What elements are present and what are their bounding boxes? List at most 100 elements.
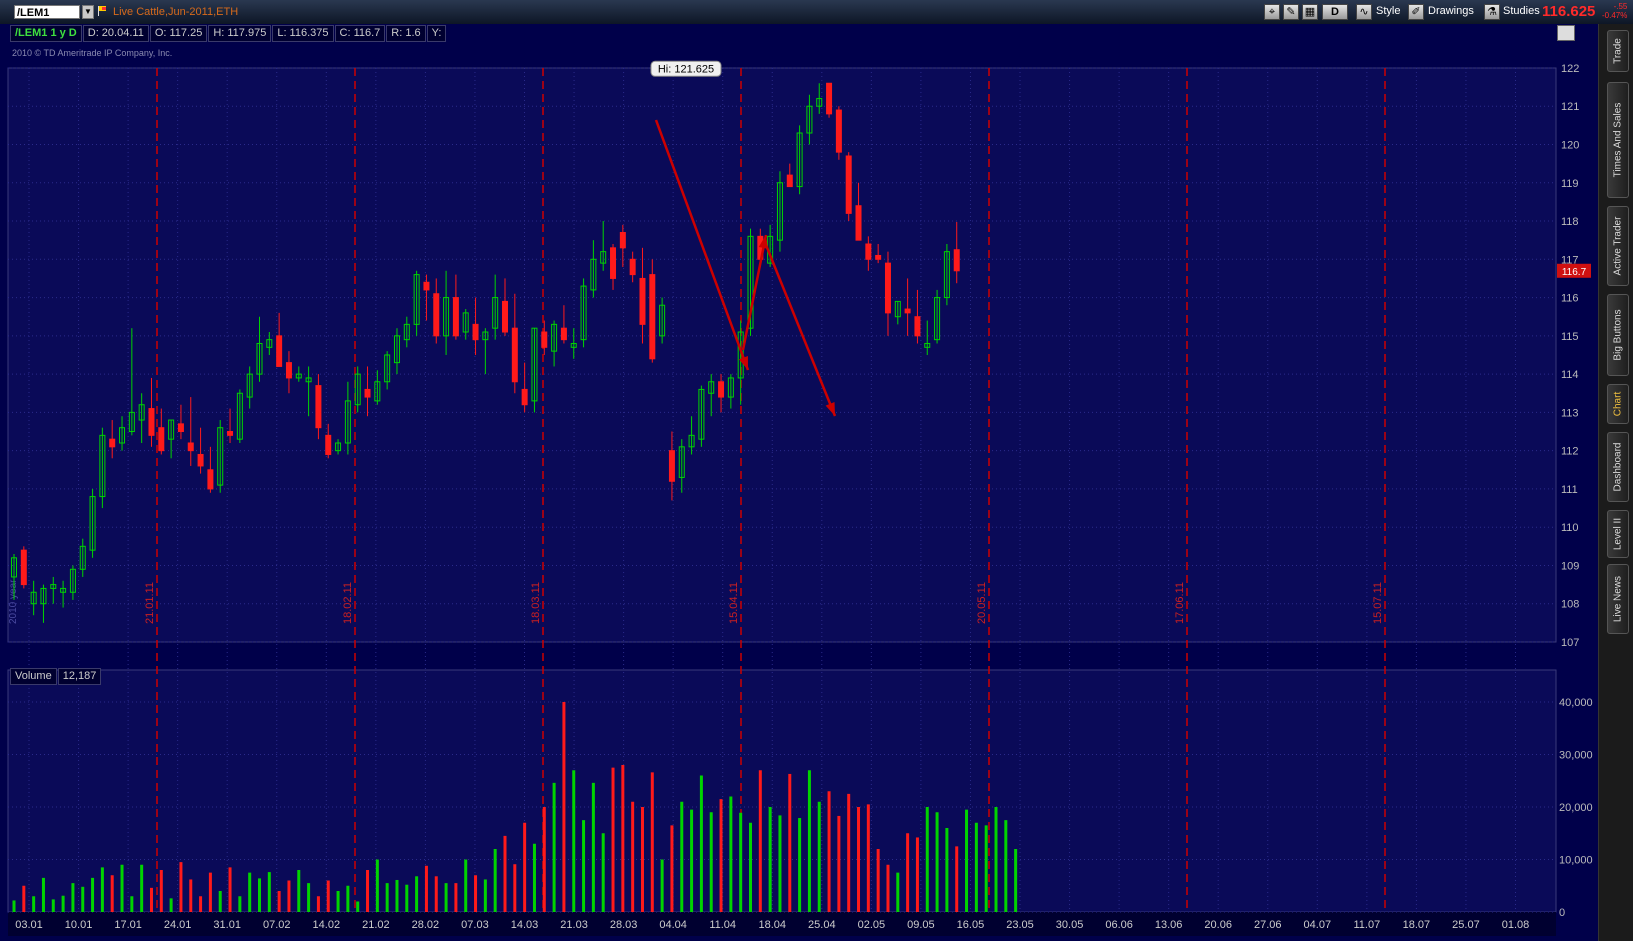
volume-bar bbox=[434, 876, 438, 912]
volume-tick-label: 20,000 bbox=[1559, 802, 1593, 814]
sidebar-tab-level-ii[interactable]: Level II bbox=[1607, 510, 1629, 558]
volume-bar bbox=[974, 822, 978, 912]
volume-bar bbox=[582, 820, 586, 912]
volume-bar bbox=[611, 767, 615, 912]
volume-tick-label: 30,000 bbox=[1559, 750, 1593, 762]
candle-body bbox=[786, 174, 793, 188]
volume-bar bbox=[994, 807, 998, 912]
price-tick-label: 110 bbox=[1561, 522, 1579, 534]
volume-bar bbox=[670, 825, 674, 912]
volume-bar bbox=[51, 899, 55, 912]
sidebar-tab-big-buttons[interactable]: Big Buttons bbox=[1607, 294, 1629, 376]
volume-info-bar: Volume 12,187 bbox=[10, 668, 102, 685]
time-tick-label: 21.02 bbox=[362, 919, 390, 931]
volume-bar bbox=[218, 891, 222, 912]
time-tick-label: 27.06 bbox=[1254, 919, 1282, 931]
info-high: H: 117.975 bbox=[208, 25, 272, 42]
volume-bar bbox=[61, 895, 65, 912]
price-tick-label: 122 bbox=[1561, 63, 1579, 75]
candle-body bbox=[855, 205, 862, 241]
candle-body bbox=[315, 385, 322, 429]
sidebar-tab-chart[interactable]: Chart bbox=[1607, 384, 1629, 424]
volume-tick-label: 0 bbox=[1559, 907, 1565, 919]
volume-bar bbox=[650, 772, 654, 912]
volume-bar bbox=[621, 765, 625, 912]
time-tick-label: 11.04 bbox=[709, 919, 736, 931]
candle-body bbox=[619, 232, 626, 249]
volume-bar bbox=[788, 773, 792, 912]
candle-body bbox=[187, 442, 194, 452]
price-tick-label: 121 bbox=[1561, 101, 1579, 113]
candle-body bbox=[502, 300, 508, 333]
volume-bar bbox=[346, 885, 350, 912]
info-low: L: 116.375 bbox=[272, 25, 334, 42]
time-tick-label: 31.01 bbox=[213, 919, 241, 931]
candle-body bbox=[472, 323, 479, 341]
copyright-text: 2010 © TD Ameritrade IP Company, Inc. bbox=[12, 48, 173, 58]
time-tick-label: 03.01 bbox=[15, 919, 43, 931]
info-symbol-period[interactable]: /LEM1 1 y D bbox=[10, 25, 82, 42]
volume-bar bbox=[248, 872, 252, 912]
volume-bar bbox=[32, 896, 36, 912]
candle-body bbox=[177, 423, 184, 433]
expiration-marker-label: 18.03.11 bbox=[530, 582, 542, 624]
candle-body bbox=[718, 381, 725, 398]
candle-body bbox=[423, 281, 430, 291]
candle-body bbox=[649, 274, 656, 360]
candle-body bbox=[433, 293, 440, 337]
volume-bar bbox=[81, 886, 85, 912]
volume-bar bbox=[945, 828, 949, 912]
volume-value: 12,187 bbox=[57, 668, 102, 685]
volume-bar bbox=[798, 818, 802, 912]
volume-label: Volume bbox=[10, 668, 57, 685]
candle-body bbox=[521, 388, 528, 406]
volume-bar bbox=[22, 885, 26, 912]
volume-bar bbox=[208, 872, 212, 912]
volume-bar bbox=[336, 891, 340, 912]
expiration-marker-label: 15.07.11 bbox=[1372, 582, 1384, 624]
price-tick-label: 109 bbox=[1561, 560, 1579, 572]
sidebar-tab-times-and-sales[interactable]: Times And Sales bbox=[1607, 82, 1629, 198]
sidebar-tab-trade[interactable]: Trade bbox=[1607, 30, 1629, 72]
volume-bar bbox=[41, 877, 45, 912]
volume-panel bbox=[7, 669, 1557, 913]
expiration-marker-label: 20.05.11 bbox=[976, 582, 988, 624]
volume-bar bbox=[277, 891, 281, 912]
candle-body bbox=[158, 427, 165, 452]
volume-bar bbox=[1004, 820, 1008, 912]
volume-bar bbox=[523, 822, 527, 912]
volume-bar bbox=[778, 815, 782, 912]
volume-bar bbox=[395, 879, 399, 912]
volume-bar bbox=[238, 896, 242, 912]
sidebar-tab-label: Times And Sales bbox=[1612, 102, 1624, 178]
change-abs: -.55 bbox=[1613, 2, 1628, 11]
volume-bar bbox=[768, 807, 772, 912]
candle-body bbox=[276, 335, 283, 367]
price-tick-label: 119 bbox=[1561, 178, 1579, 190]
volume-bar bbox=[326, 880, 330, 912]
time-tick-label: 04.07 bbox=[1304, 919, 1332, 931]
candle-body bbox=[560, 327, 567, 341]
price-tick-label: 108 bbox=[1561, 599, 1579, 611]
volume-bar bbox=[258, 878, 261, 912]
sidebar-tab-dashboard[interactable]: Dashboard bbox=[1607, 432, 1629, 502]
volume-bar bbox=[316, 896, 320, 912]
volume-bar bbox=[680, 801, 684, 912]
volume-bar bbox=[847, 793, 851, 912]
time-tick-label: 25.07 bbox=[1452, 919, 1480, 931]
chart-expand-icon[interactable] bbox=[1557, 25, 1575, 41]
time-tick-label: 23.05 bbox=[1006, 919, 1034, 931]
candle-body bbox=[109, 438, 116, 448]
volume-bar bbox=[739, 812, 743, 912]
volume-bar bbox=[965, 809, 969, 912]
volume-bar bbox=[729, 796, 733, 912]
volume-bar bbox=[110, 875, 114, 912]
sidebar-tab-label: Active Trader bbox=[1612, 216, 1624, 276]
change-pct: -0.47% bbox=[1602, 11, 1628, 20]
price-tick-label: 107 bbox=[1561, 637, 1579, 649]
volume-bar bbox=[454, 883, 458, 912]
price-tick-label: 116 bbox=[1561, 293, 1579, 305]
sidebar-tab-active-trader[interactable]: Active Trader bbox=[1607, 206, 1629, 286]
chart-canvas[interactable]: 1221211201191181171161151141131121111101… bbox=[0, 0, 1598, 941]
sidebar-tab-live-news[interactable]: Live News bbox=[1607, 564, 1629, 634]
